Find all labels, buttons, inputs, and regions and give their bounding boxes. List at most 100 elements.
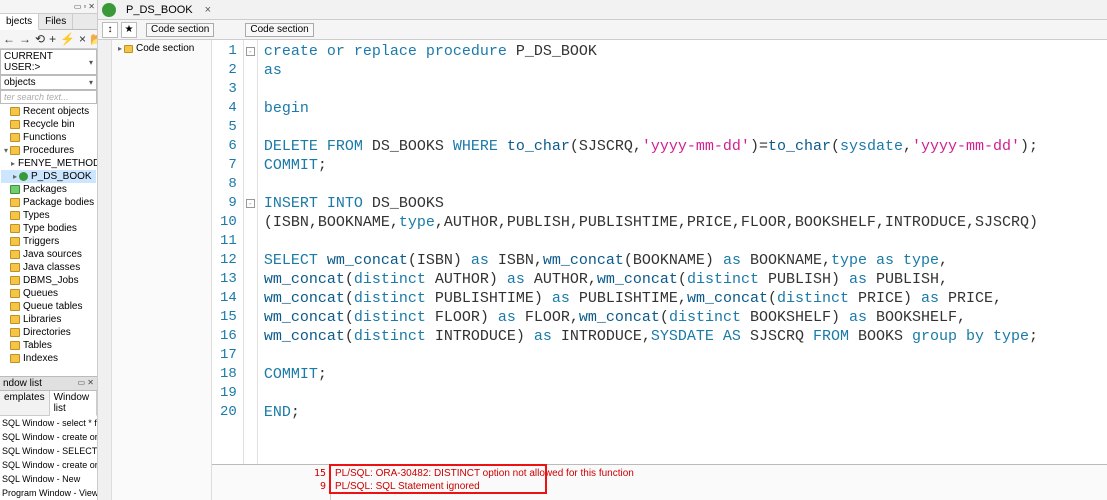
history-item[interactable]: SQL Window - select * from ds_boo [0,416,97,430]
expand-icon[interactable]: ▾ [2,144,10,157]
panel-restore-icon[interactable]: ▫ [83,2,86,11]
fold-cell[interactable] [244,327,257,346]
tool-bookmark-icon[interactable]: ★ [121,22,137,38]
tab-files[interactable]: Files [39,14,73,29]
panel-min-icon[interactable]: ▭ [74,2,82,11]
objects-combobox[interactable]: objects ▾ [0,75,97,90]
fold-cell[interactable] [244,232,257,251]
toolbar-icon[interactable]: ⟲ [35,32,45,46]
code-section-chip[interactable]: Code section [146,23,214,37]
fold-cell[interactable] [244,384,257,403]
wl-close-icon[interactable]: ✕ [87,378,94,387]
fold-cell[interactable] [244,118,257,137]
history-item[interactable]: Program Window - View source of [0,486,97,500]
toolbar-icon[interactable]: × [79,32,86,46]
fold-cell[interactable] [244,175,257,194]
tree-item[interactable]: ▾Procedures [1,144,96,157]
tree-item[interactable]: Tables [1,339,96,352]
search-input[interactable]: ter search text... [0,90,97,104]
fold-cell[interactable] [244,137,257,156]
code-line[interactable]: create or replace procedure P_DS_BOOK [264,42,1038,61]
toolbar-icon[interactable]: + [49,32,56,46]
tree-item[interactable]: Indexes [1,352,96,365]
code-line[interactable] [264,232,1038,251]
tab-templates[interactable]: emplates [0,391,50,415]
tab-window-list[interactable]: Window list [50,391,97,416]
expand-icon[interactable]: ▸ [11,170,19,183]
tree-item[interactable]: Libraries [1,313,96,326]
fold-cell[interactable] [244,308,257,327]
fold-cell[interactable]: - [244,194,257,213]
code-line[interactable]: wm_concat(distinct PUBLISHTIME) as PUBLI… [264,289,1038,308]
code-section-root[interactable]: ▸ Code section [114,42,209,55]
toolbar-icon[interactable]: 📂 [90,32,98,46]
user-combobox[interactable]: CURRENT USER:> ▾ [0,49,97,75]
editor-tab-label[interactable]: P_DS_BOOK [120,2,199,18]
code-line[interactable]: begin [264,99,1038,118]
fold-cell[interactable] [244,365,257,384]
tree-item[interactable]: Types [1,209,96,222]
fold-cell[interactable] [244,346,257,365]
toolbar-icon[interactable]: ← [3,32,15,46]
expand-icon[interactable]: ▸ [116,44,124,53]
code-line[interactable]: wm_concat(distinct FLOOR) as FLOOR,wm_co… [264,308,1038,327]
fold-cell[interactable] [244,403,257,422]
code-section-chip-2[interactable]: Code section [245,23,313,37]
code-line[interactable] [264,346,1038,365]
code-line[interactable]: as [264,61,1038,80]
fold-cell[interactable] [244,99,257,118]
tree-item[interactable]: ▸FENYE_METHOD [1,157,96,170]
tree-item[interactable]: Recycle bin [1,118,96,131]
fold-cell[interactable] [244,80,257,99]
code-line[interactable]: wm_concat(distinct AUTHOR) as AUTHOR,wm_… [264,270,1038,289]
code-line[interactable]: END; [264,403,1038,422]
code-line[interactable]: DELETE FROM DS_BOOKS WHERE to_char(SJSCR… [264,137,1038,156]
code-line[interactable]: INSERT INTO DS_BOOKS [264,194,1038,213]
tab-objects[interactable]: bjects [0,14,39,30]
panel-close-icon[interactable]: ✕ [88,2,95,11]
fold-cell[interactable] [244,270,257,289]
wl-min-icon[interactable]: ▭ [78,378,86,387]
tree-item[interactable]: Directories [1,326,96,339]
code-text[interactable]: create or replace procedure P_DS_BOOKas b… [258,40,1044,464]
code-line[interactable]: COMMIT; [264,365,1038,384]
error-message[interactable]: PL/SQL: SQL Statement ignored [335,480,634,493]
tool-sort-icon[interactable]: ↕ [102,22,118,38]
tree-item[interactable]: Packages [1,183,96,196]
tree-item[interactable]: Java sources [1,248,96,261]
code-line[interactable]: wm_concat(distinct INTRODUCE) as INTRODU… [264,327,1038,346]
error-message[interactable]: PL/SQL: ORA-30482: DISTINCT option not a… [335,467,634,480]
expand-icon[interactable]: ▸ [11,157,15,170]
toolbar-icon[interactable]: → [19,32,31,46]
code-line[interactable]: SELECT wm_concat(ISBN) as ISBN,wm_concat… [264,251,1038,270]
tree-item[interactable]: Functions [1,131,96,144]
tree-item[interactable]: Type bodies [1,222,96,235]
close-icon[interactable]: × [199,4,217,16]
tree-item[interactable]: DBMS_Jobs [1,274,96,287]
tree-item[interactable]: Queue tables [1,300,96,313]
code-line[interactable]: (ISBN,BOOKNAME,type,AUTHOR,PUBLISH,PUBLI… [264,213,1038,232]
code-line[interactable] [264,384,1038,403]
fold-cell[interactable] [244,61,257,80]
code-line[interactable] [264,175,1038,194]
tree-item[interactable]: Triggers [1,235,96,248]
tree-item[interactable]: Package bodies [1,196,96,209]
code-scroll[interactable]: 1234567891011121314151617181920 -- creat… [212,40,1107,464]
tree-item[interactable]: Queues [1,287,96,300]
fold-cell[interactable]: - [244,42,257,61]
code-line[interactable]: COMMIT; [264,156,1038,175]
fold-cell[interactable] [244,289,257,308]
history-item[interactable]: SQL Window - create or replace pro [0,458,97,472]
fold-cell[interactable] [244,213,257,232]
fold-cell[interactable] [244,156,257,175]
tree-item[interactable]: Java classes [1,261,96,274]
fold-cell[interactable] [244,251,257,270]
tree-item[interactable]: ▸P_DS_BOOK [1,170,96,183]
history-item[interactable]: SQL Window - SELECT ISBN,BOO [0,444,97,458]
tree-item[interactable]: Recent objects [1,105,96,118]
history-item[interactable]: SQL Window - create or replace pro [0,430,97,444]
code-line[interactable] [264,118,1038,137]
toolbar-icon[interactable]: ⚡ [60,32,75,46]
code-line[interactable] [264,80,1038,99]
history-item[interactable]: SQL Window - New [0,472,97,486]
